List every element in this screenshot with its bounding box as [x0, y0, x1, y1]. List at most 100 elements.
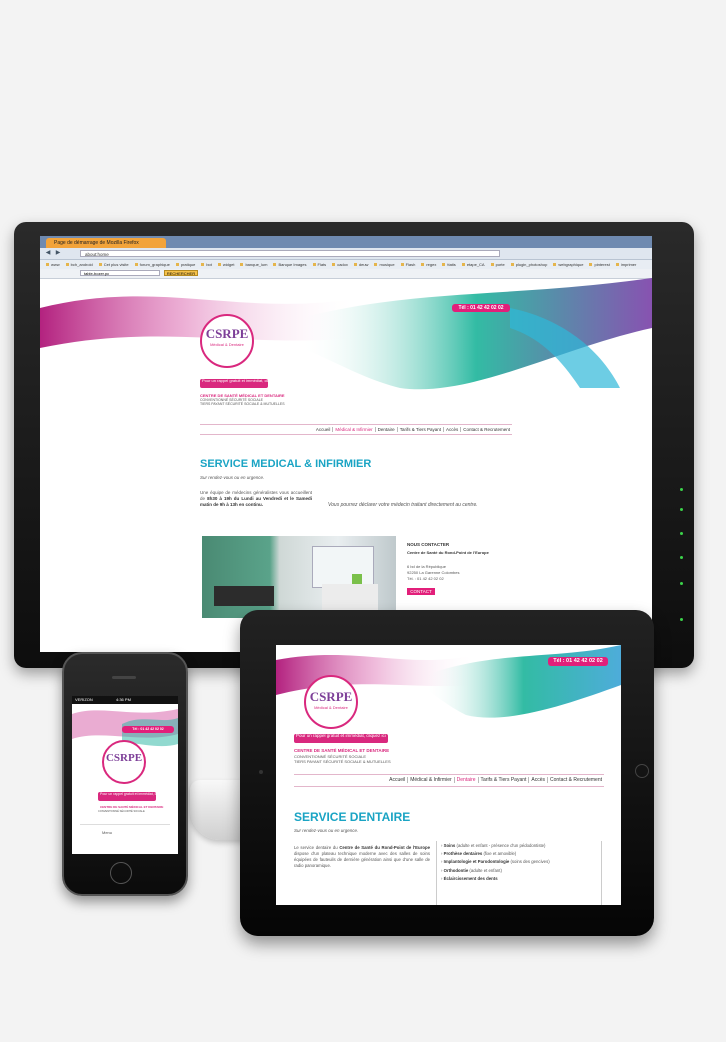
carrier-label: VERIZON	[75, 697, 93, 702]
nav-item-acces[interactable]: Accès	[443, 427, 462, 432]
bookmark-item[interactable]: deuw	[353, 260, 368, 269]
bookmark-item[interactable]: Flash	[400, 260, 415, 269]
bookmark-item[interactable]: imprimer	[615, 260, 636, 269]
intro-paragraph: Une équipe de médecins généralistes vous…	[200, 490, 312, 507]
centre-title: CENTRE DE SANTÉ MÉDICAL ET DENTAIRE	[100, 805, 164, 809]
service-item: › Orthodontie (adulte et enfant)	[441, 867, 502, 873]
site-logo[interactable]: CSRPE Médical & Dentaire	[200, 314, 254, 368]
services-list: › Soins (adulte et enfant - présence d'u…	[436, 841, 602, 905]
browser-tab[interactable]: Page de démarrage de Mozilla Firefox	[46, 238, 166, 248]
phone-number-badge[interactable]: Tél : 01 42 42 02 02	[122, 726, 174, 733]
divider	[80, 824, 170, 825]
office-photo	[202, 536, 396, 618]
bookmark-item[interactable]: plugin_photoshop	[510, 260, 547, 269]
browser-tabbar: Page de démarrage de Mozilla Firefox	[40, 236, 652, 248]
browser-navbar: ◀ ▶ about:home	[40, 248, 652, 260]
nav-item-tarifs[interactable]: Tarifs & Tiers Payant	[478, 777, 530, 783]
nav-item-tarifs[interactable]: Tarifs & Tiers Payant	[397, 427, 444, 432]
page-subtitle: Sur rendez-vous ou en urgence.	[200, 475, 265, 480]
menu-link[interactable]: Menu	[102, 830, 112, 835]
bookmark-item[interactable]: www	[46, 260, 60, 269]
forward-icon[interactable]: ▶	[54, 250, 62, 257]
service-item: › Soins (adulte et enfant - présence d'u…	[441, 843, 546, 848]
bookmark-item[interactable]: porte	[490, 260, 505, 269]
monitor-led	[680, 582, 683, 585]
tablet-camera	[259, 770, 263, 774]
bookmark-item[interactable]: bot	[201, 260, 212, 269]
nav-item-medical[interactable]: Médical & Infirmier	[408, 777, 455, 783]
nav-item-accueil[interactable]: Accueil	[313, 427, 334, 432]
address-bar[interactable]: about:home	[80, 250, 500, 257]
toolbar-search-input[interactable]: table-bozer.pc	[80, 270, 160, 276]
nav-item-accueil[interactable]: Accueil	[387, 777, 409, 783]
logo-monogram: CSRPE	[309, 689, 353, 704]
desktop-monitor: Page de démarrage de Mozilla Firefox ◀ ▶…	[14, 222, 694, 668]
callback-button[interactable]: Pour un rappel gratuit et immédiat, cliq…	[98, 792, 156, 801]
bookmark-item[interactable]: widget	[217, 260, 234, 269]
site-nav: Accueil Médical & Infirmier Dentaire Tarifs…	[200, 424, 512, 435]
logo-subtitle: Médical & Dentaire	[210, 342, 244, 347]
phone-screen: VERIZON 4:36 PM Tél : 01 42 42 02 02 CSR…	[72, 696, 178, 854]
site-logo[interactable]: CSRPE	[102, 740, 146, 784]
nav-item-acces[interactable]: Accès	[529, 777, 549, 783]
callback-button[interactable]: Pour un rappel gratuit et immédiat, cliq…	[200, 379, 268, 388]
tablet: Tél : 01 42 42 02 02 CSRPE Médical & Den…	[240, 610, 654, 936]
tablet-home-button[interactable]	[635, 764, 649, 778]
nav-item-dentaire[interactable]: Dentaire	[375, 427, 398, 432]
monitor-led	[680, 556, 683, 559]
logo-monogram: CSRPE	[205, 326, 249, 341]
bookmark-item[interactable]: webgraphique	[553, 260, 583, 269]
toolbar-search-button[interactable]: RECHERCHER	[164, 270, 198, 276]
service-item: › Éclaircissement des dents	[441, 875, 498, 881]
site-nav: Accueil Médical & Infirmier Dentaire Tarifs…	[294, 774, 604, 787]
contact-phone: Tél. : 01 42 42 02 02	[407, 576, 444, 581]
phone-speaker	[112, 676, 136, 679]
header-swirl-graphic	[40, 278, 652, 390]
bookmark-item[interactable]: bch_android	[65, 260, 93, 269]
nav-item-contact[interactable]: Contact & Recrutement	[548, 777, 604, 783]
logo-monogram: CSRPE	[105, 752, 143, 764]
centre-subtitle-2: TIERS PAYANT SÉCURITÉ SOCIALE & MUTUELLE…	[200, 402, 285, 406]
intro-paragraph: Le service dentaire du Centre de Santé d…	[294, 845, 430, 868]
nav-item-dentaire[interactable]: Dentaire	[454, 777, 479, 783]
monitor-led	[680, 508, 683, 511]
monitor-screen: Page de démarrage de Mozilla Firefox ◀ ▶…	[40, 236, 652, 652]
bookmark-item[interactable]: musique	[374, 260, 395, 269]
bookmark-item[interactable]: ttatis	[442, 260, 456, 269]
callout-text: Vous pourrez déclarer votre médecin trai…	[328, 502, 478, 508]
contact-address-2: 92250 La Garenne Colombes	[407, 570, 460, 575]
bookmark-item[interactable]: banque_lum	[240, 260, 267, 269]
phone-statusbar: VERIZON 4:36 PM	[72, 696, 178, 704]
clock-label: 4:36 PM	[116, 697, 131, 702]
bookmark-item[interactable]: Cet plus visite	[98, 260, 129, 269]
back-icon[interactable]: ◀	[44, 250, 52, 257]
callback-button[interactable]: Pour un rappel gratuit et immédiat, cliq…	[294, 734, 388, 743]
logo-subtitle: Médical & Dentaire	[314, 705, 348, 710]
bookmark-item[interactable]: Flats	[312, 260, 326, 269]
bookmarks-bar: www bch_android Cet plus visite forum_graph…	[40, 260, 652, 269]
bookmark-item[interactable]: cadox	[332, 260, 348, 269]
phone-number-badge[interactable]: Tél : 01 42 42 02 02	[548, 657, 608, 666]
home-button[interactable]	[110, 862, 132, 884]
page-title: SERVICE MEDICAL & INFIRMIER	[200, 458, 372, 470]
nav-item-contact[interactable]: Contact & Recrutement	[461, 427, 512, 432]
monitor-led	[680, 618, 683, 621]
bookmark-item[interactable]: pratique	[175, 260, 195, 269]
monitor-led	[680, 532, 683, 535]
contact-button[interactable]: CONTACT	[407, 588, 435, 595]
bookmark-item[interactable]: forum_graphique	[134, 260, 170, 269]
bookmark-item[interactable]: Banque Images	[273, 260, 307, 269]
bookmark-item[interactable]: pinterest	[589, 260, 610, 269]
centre-subtitle-2: TIERS PAYANT SÉCURITÉ SOCIALE & MUTUELLE…	[294, 759, 391, 764]
tablet-screen: Tél : 01 42 42 02 02 CSRPE Médical & Den…	[276, 645, 621, 905]
phone-number-badge[interactable]: Tél : 01 42 42 02 02	[452, 304, 510, 312]
bookmark-item[interactable]: etape_CA	[461, 260, 485, 269]
centre-title: CENTRE DE SANTÉ MÉDICAL ET DENTAIRE	[294, 748, 390, 753]
contact-name: Centre de Santé du Rond-Point de l'Europ…	[407, 550, 489, 555]
service-item: › Implantologie et Parodontologie (soins…	[441, 859, 550, 865]
bookmark-item[interactable]: regex	[421, 260, 436, 269]
service-item: › Prothèse dentaires (fixe et amovible)	[441, 851, 517, 857]
site-logo[interactable]: CSRPE Médical & Dentaire	[304, 675, 358, 729]
centre-subtitle: CONVENTIONNÉ SÉCURITÉ SOCIALE	[98, 810, 145, 813]
nav-item-medical[interactable]: Médical & Infirmier	[333, 427, 376, 432]
